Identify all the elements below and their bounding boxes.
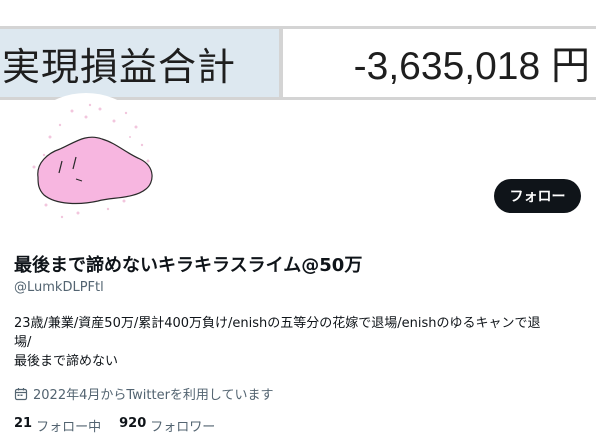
banner-label-cell: 実現損益合計	[0, 29, 279, 97]
slime-avatar-image	[32, 103, 153, 219]
join-date: 2022年4月からTwitterを利用しています	[14, 384, 274, 403]
following-link[interactable]: 21 フォロー中	[14, 416, 101, 435]
follow-button[interactable]: フォロー	[494, 179, 581, 213]
followers-link[interactable]: 920 フォロワー	[119, 416, 215, 435]
following-count: 21	[14, 416, 33, 431]
banner-top-gap	[0, 0, 596, 26]
following-label: フォロー中	[36, 420, 102, 435]
banner-label: 実現損益合計	[2, 44, 237, 89]
profile-bio: 23歳/兼業/資産50万/累計400万負け/enishの五等分の花嫁で退場/en…	[14, 314, 574, 371]
followers-count: 920	[119, 416, 147, 431]
banner-value-cell: -3,635,018 円	[283, 29, 596, 97]
calendar-icon	[14, 387, 28, 401]
join-date-text: 2022年4月からTwitterを利用しています	[33, 388, 274, 403]
bio-line: 23歳/兼業/資産50万/累計400万負け/enishの五等分の花嫁で退場/en…	[14, 316, 541, 331]
bio-line: 場/	[14, 335, 32, 350]
followers-label: フォロワー	[150, 420, 216, 435]
avatar[interactable]	[12, 93, 160, 241]
user-handle: @LumkDLPFtl	[14, 280, 104, 295]
display-name: 最後まで諦めないキラキラスライム@50万	[14, 255, 363, 276]
follow-stats: 21 フォロー中 920 フォロワー	[14, 416, 215, 435]
banner-value: -3,635,018 円	[353, 45, 590, 88]
bio-line: 最後まで諦めない	[14, 354, 119, 369]
